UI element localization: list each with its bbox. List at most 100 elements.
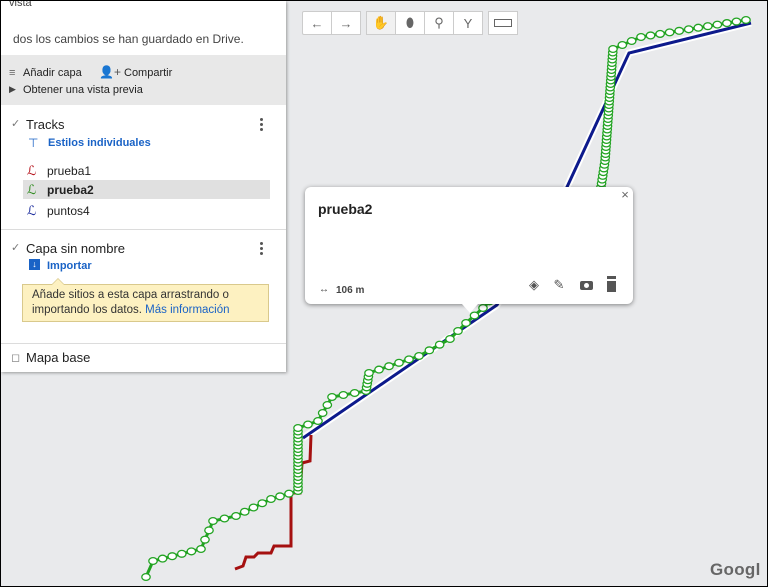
divider [1, 343, 286, 344]
track-vertex [702, 22, 713, 31]
track-vertex [364, 368, 374, 378]
track-vertex [693, 23, 704, 32]
draw-line-button[interactable]: ⚲ [424, 11, 454, 35]
track-vertex [731, 17, 742, 26]
track-vertex [327, 392, 337, 402]
track-vertex [257, 499, 268, 508]
share-icon: 👤+ [99, 65, 121, 79]
layer-checkbox-icon[interactable]: ✓ [11, 117, 20, 130]
track-vertex [313, 416, 323, 426]
popup-distance: 106 m [336, 285, 365, 296]
track-vertex [284, 489, 294, 498]
track-vertex [196, 544, 206, 554]
track-vertex [303, 420, 313, 429]
track-vertex [338, 390, 349, 400]
list-item-prueba1[interactable]: prueba1 [47, 164, 91, 178]
layer-checkbox-icon[interactable]: ✓ [11, 241, 20, 254]
basemap-button[interactable]: Mapa base [26, 350, 90, 365]
track-vertex [645, 31, 656, 40]
track-vertex [186, 547, 197, 556]
track-vertex [664, 28, 675, 37]
track-vertex [674, 26, 685, 35]
track-vertex [219, 514, 230, 523]
layer-menu-icon[interactable] [260, 118, 264, 133]
track-vertex [293, 423, 303, 433]
track-vertex [626, 36, 637, 46]
layer-title-unnamed[interactable]: Capa sin nombre [26, 241, 125, 256]
track-vertex [384, 362, 394, 371]
directions-button[interactable]: Y [453, 11, 483, 35]
directions-icon: Y [463, 15, 473, 31]
divider [1, 229, 286, 230]
hand-tool-button[interactable]: ✋ [366, 11, 396, 35]
basemap-icon: ◻ [11, 352, 21, 364]
more-info-link[interactable]: Más información [145, 304, 229, 316]
track-vertex [248, 503, 259, 512]
track-vertex [322, 400, 333, 410]
layer-menu-icon[interactable] [260, 242, 264, 257]
track-vertex [231, 511, 241, 521]
pencil-icon[interactable]: ✎ [550, 276, 568, 294]
add-layer-button[interactable]: Añadir capa [23, 67, 82, 79]
panel-actions [1, 55, 286, 105]
preview-icon: ▶ [9, 84, 16, 94]
track-vertex [204, 526, 214, 535]
layers-panel: vista dos los cambios se han guardado en… [1, 1, 286, 372]
track-vertex [608, 44, 618, 54]
track-vertex [434, 340, 445, 349]
track-vertex [461, 318, 471, 328]
track-vertex [636, 32, 646, 42]
track-vertex [424, 346, 435, 355]
preview-button[interactable]: Obtener una vista previa [23, 84, 143, 96]
track-vertex [141, 572, 151, 582]
ruler-icon [494, 19, 512, 27]
add-layer-icon: ≡ [9, 67, 16, 79]
marker-tool-button[interactable]: ⬮ [395, 11, 425, 35]
list-item-puntos4[interactable]: puntos4 [47, 204, 90, 218]
paint-roller-icon: ⊤ [28, 136, 39, 150]
track-vertex [317, 408, 328, 418]
track-vertex [617, 40, 628, 50]
list-item-prueba2[interactable]: prueba2 [47, 183, 94, 197]
track-vertex [469, 311, 480, 320]
track-vertex [394, 358, 404, 367]
track-vertex [453, 326, 463, 336]
paint-bucket-icon[interactable]: ◈ [525, 276, 543, 294]
track-vertex [266, 494, 276, 504]
ruler-button[interactable] [488, 11, 518, 35]
redo-button[interactable]: → [331, 11, 361, 35]
track-vertex [275, 492, 285, 501]
line-icon: ℒ [27, 182, 37, 197]
share-button[interactable]: Compartir [124, 67, 172, 79]
track-vertex [655, 29, 665, 38]
track-vertex [148, 556, 158, 566]
close-icon[interactable]: × [618, 187, 632, 202]
layer-title-tracks[interactable]: Tracks [26, 117, 65, 132]
google-logo: Googl [710, 560, 761, 579]
track-vertex [157, 554, 168, 563]
popup-title: prueba2 [318, 201, 373, 217]
track-vertex [722, 19, 732, 28]
undo-button[interactable]: ← [302, 11, 332, 35]
track-vertex [200, 535, 210, 544]
line-icon: ℒ [27, 163, 37, 178]
hand-icon: ✋ [372, 15, 390, 30]
draw-line-icon: ⚲ [434, 15, 444, 30]
track-vertex [404, 355, 414, 364]
camera-icon[interactable] [577, 276, 595, 294]
save-status: dos los cambios se han guardado en Drive… [13, 32, 244, 46]
redo-icon: → [339, 15, 353, 31]
track-vertex [683, 25, 694, 34]
import-link[interactable]: Importar [47, 260, 92, 272]
track-vertex [208, 516, 218, 526]
feature-popup: × prueba2 ↔ 106 m ◈ ✎ [305, 187, 633, 313]
track-vertex [414, 351, 424, 361]
track-vertex [741, 15, 751, 25]
track-vertex [239, 507, 250, 516]
track-vertex [478, 303, 488, 313]
track-vertex [167, 552, 178, 561]
track-vertex [445, 334, 455, 344]
import-tip: Añade sitios a esta capa arrastrando o i… [22, 278, 269, 322]
trash-icon[interactable] [602, 276, 620, 294]
individual-styles-link[interactable]: Estilos individuales [48, 137, 151, 149]
